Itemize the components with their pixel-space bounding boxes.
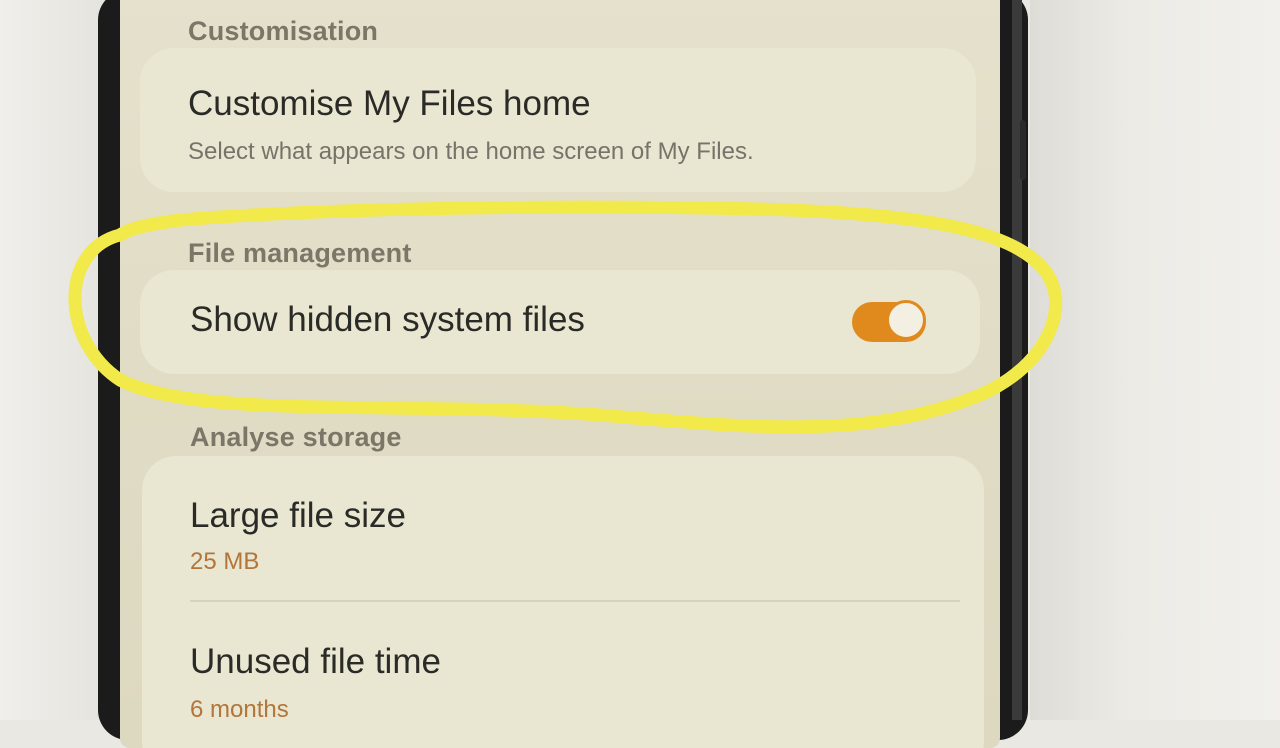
customise-home-item[interactable]: Customise My Files home Select what appe… bbox=[140, 48, 976, 192]
unused-file-time-title: Unused file time bbox=[190, 642, 441, 681]
side-button bbox=[1020, 120, 1026, 180]
settings-screen: Customisation Customise My Files home Se… bbox=[120, 0, 1000, 748]
show-hidden-files-title: Show hidden system files bbox=[190, 300, 585, 339]
large-file-size-title: Large file size bbox=[190, 496, 406, 535]
background-left bbox=[0, 0, 110, 720]
show-hidden-files-item[interactable]: Show hidden system files bbox=[140, 270, 980, 374]
show-hidden-files-toggle[interactable] bbox=[852, 300, 926, 342]
customise-home-title: Customise My Files home bbox=[188, 84, 591, 123]
large-file-size-value: 25 MB bbox=[190, 548, 260, 575]
section-header-file-management: File management bbox=[188, 238, 412, 268]
customise-home-subtitle: Select what appears on the home screen o… bbox=[188, 138, 754, 165]
large-file-size-item[interactable]: Large file size 25 MB bbox=[142, 456, 984, 596]
unused-file-time-item[interactable]: Unused file time 6 months bbox=[142, 602, 984, 748]
section-header-customisation: Customisation bbox=[188, 16, 379, 46]
background-right bbox=[1030, 0, 1280, 720]
analyse-storage-card: Large file size 25 MB Unused file time 6… bbox=[142, 456, 984, 748]
phone-edge bbox=[1012, 0, 1022, 720]
section-header-analyse-storage: Analyse storage bbox=[190, 422, 402, 452]
toggle-knob bbox=[886, 300, 926, 340]
